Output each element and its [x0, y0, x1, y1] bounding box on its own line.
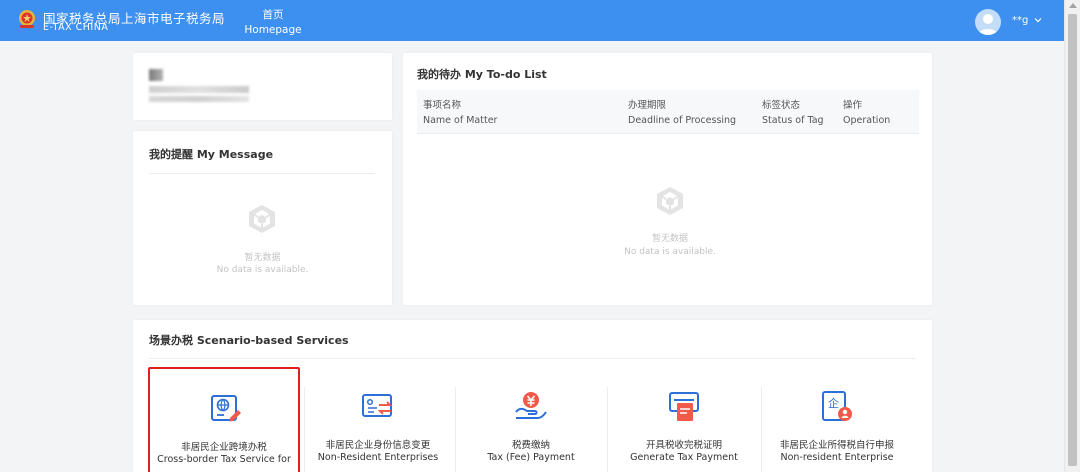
- service-label-cn: 非居民企业跨境办税: [181, 442, 267, 453]
- empty-text-en: No data is available.: [624, 247, 716, 257]
- svg-text:企: 企: [828, 396, 839, 410]
- brand-title-en: E-TAX CHINA: [43, 22, 109, 33]
- profile-card: [133, 53, 392, 120]
- column-header-name: 事项名称 Name of Matter: [423, 100, 498, 126]
- scenario-services-title: 场景办税 Scenario-based Services: [149, 334, 349, 347]
- service-label-en: Cross-border Tax Service for: [157, 454, 291, 465]
- my-todo-card: 我的待办 My To-do List 事项名称 Name of Matter 办理…: [403, 53, 932, 305]
- vertical-scrollbar[interactable]: [1064, 0, 1080, 472]
- empty-box-icon: [249, 205, 275, 233]
- my-message-title: 我的提醒 My Message: [149, 148, 274, 161]
- redacted-name: [149, 69, 163, 81]
- chevron-down-icon[interactable]: [1033, 15, 1043, 25]
- column-header-deadline: 办理期限 Deadline of Processing: [628, 100, 737, 126]
- scroll-up-arrow-icon[interactable]: [1069, 3, 1077, 8]
- printer-certificate-icon: [669, 392, 699, 421]
- column-header-operation: 操作 Operation: [843, 100, 891, 126]
- redacted-info-line: [149, 86, 249, 93]
- tax-emblem-icon: [19, 10, 35, 28]
- service-label-en: Generate Tax Payment: [630, 452, 738, 463]
- empty-text-en: No data is available.: [216, 265, 309, 275]
- service-identity-change[interactable]: 非居民企业身份信息变更 Non-Resident Enterprises: [302, 367, 454, 472]
- nav-homepage-label-cn: 首页: [262, 9, 284, 21]
- empty-text-cn: 暂无数据: [244, 253, 281, 263]
- globe-document-icon: [211, 395, 241, 422]
- todo-table-header: 事项名称 Name of Matter 办理期限 Deadline of Proce…: [417, 90, 919, 134]
- user-avatar-icon: [978, 14, 998, 35]
- user-avatar[interactable]: [975, 9, 1001, 35]
- scenario-services-card: 场景办税 Scenario-based Services 非居民企业跨境办税 C…: [133, 320, 932, 472]
- scroll-thumb[interactable]: [1068, 14, 1077, 466]
- service-label-en: Non-resident Enterprise: [780, 452, 894, 463]
- column-header-status: 标签状态 Status of Tag: [762, 100, 824, 126]
- id-card-exchange-icon: [362, 394, 393, 417]
- service-cross-border-tax[interactable]: 非居民企业跨境办税 Cross-border Tax Service for: [148, 367, 300, 472]
- empty-box-icon: [657, 187, 683, 215]
- service-payment-certificate[interactable]: 开具税收完税证明 Generate Tax Payment: [608, 367, 760, 472]
- redacted-info-line: [149, 96, 249, 102]
- service-income-tax-declaration[interactable]: 企 非居民企业所得税自行申报 Non-resident Enterprise: [761, 367, 913, 472]
- yuan-coin-hand-icon: [515, 392, 547, 419]
- user-name[interactable]: **g: [1012, 15, 1028, 26]
- service-label-cn: 税费缴纳: [511, 440, 550, 451]
- my-todo-title: 我的待办 My To-do List: [417, 68, 547, 81]
- service-label-cn: 非居民企业身份信息变更: [325, 440, 431, 451]
- nav-homepage[interactable]: 首页 Homepage: [242, 7, 304, 36]
- my-message-card: 我的提醒 My Message 暂无数据 No data is availabl…: [133, 131, 392, 305]
- service-tax-payment[interactable]: 税费缴纳 Tax (Fee) Payment: [455, 367, 607, 472]
- top-header: 国家税务总局上海市电子税务局 E-TAX CHINA 首页 Homepage *…: [0, 0, 1064, 41]
- service-label-cn: 开具税收完税证明: [645, 440, 722, 451]
- service-label-en: Non-Resident Enterprises: [317, 452, 439, 463]
- divider: [149, 358, 916, 359]
- divider: [149, 173, 375, 174]
- empty-text-cn: 暂无数据: [651, 234, 688, 244]
- nav-homepage-label-en: Homepage: [244, 24, 302, 36]
- service-label-en: Tax (Fee) Payment: [487, 452, 575, 463]
- enterprise-user-icon: 企: [822, 391, 852, 421]
- service-label-cn: 非居民企业所得税自行申报: [779, 440, 894, 451]
